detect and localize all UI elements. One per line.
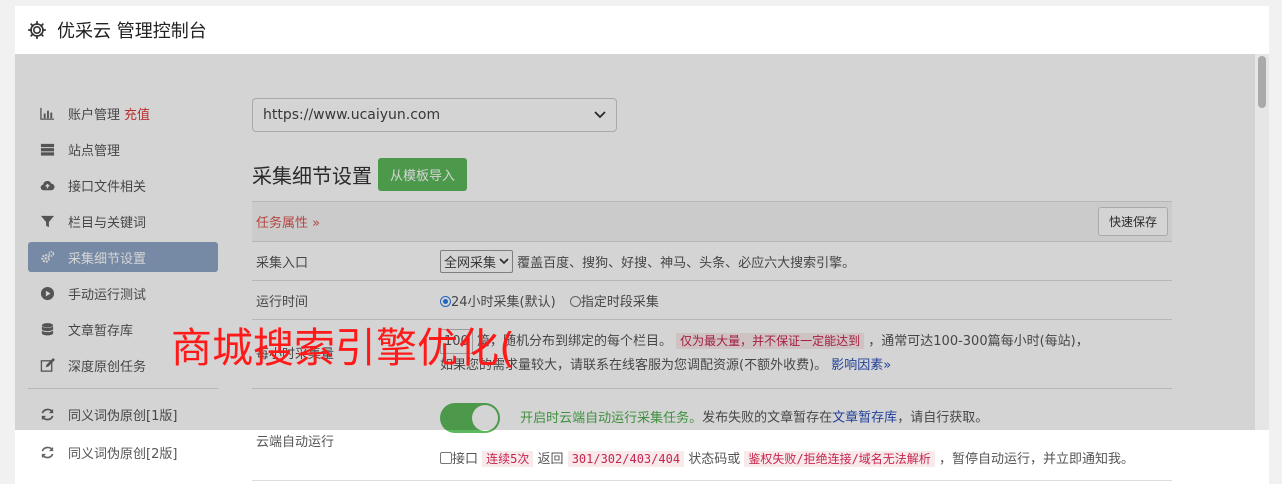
scrollbar-thumb[interactable] bbox=[1258, 56, 1266, 108]
cb-text-3: 状态码或 bbox=[688, 452, 741, 467]
pause-on-fail-checkbox[interactable] bbox=[440, 452, 452, 464]
cb-text-2: 返回 bbox=[537, 452, 564, 467]
watermark-text: 商城搜索引擎优化( bbox=[171, 324, 515, 372]
cb-warn-1: 连续5次 bbox=[482, 451, 534, 467]
sidebar-item-synonym-v2[interactable]: 同义词伪原创[2版] bbox=[28, 437, 218, 467]
sidebar-item-label: 同义词伪原创[2版] bbox=[68, 446, 178, 462]
scrollbar[interactable] bbox=[1255, 54, 1269, 430]
gear-icon bbox=[27, 20, 47, 40]
refresh-icon bbox=[39, 444, 55, 460]
header-bar: 优采云 管理控制台 bbox=[15, 6, 1269, 54]
page-title: 优采云 管理控制台 bbox=[57, 21, 207, 42]
cb-text-4: ，暂停自动运行，并立即通知我。 bbox=[938, 452, 1134, 467]
cb-warn-3: 鉴权失败/拒绝连接/域名无法解析 bbox=[744, 451, 935, 467]
cb-warn-2: 301/302/403/404 bbox=[567, 451, 685, 467]
cb-text: 接口 bbox=[452, 452, 479, 467]
